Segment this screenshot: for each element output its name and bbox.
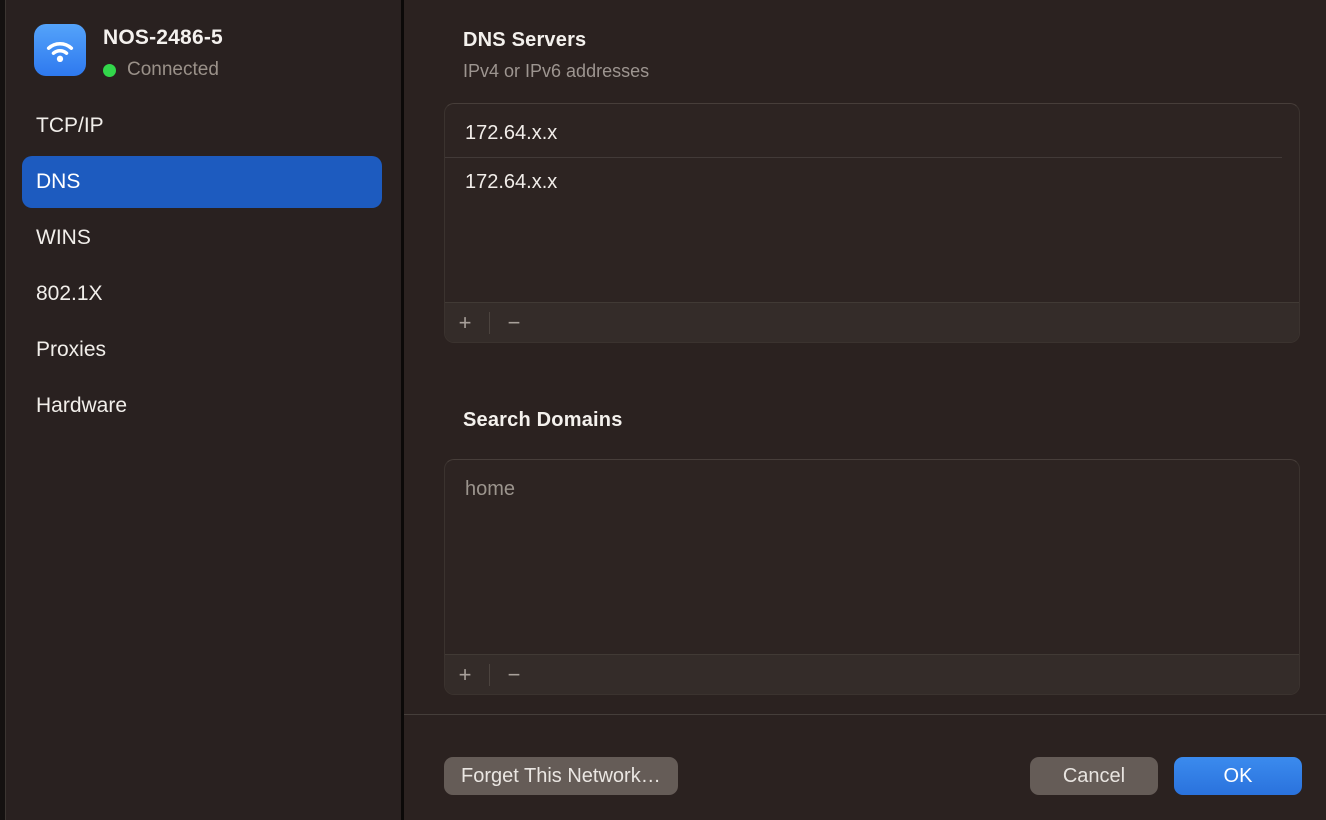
dns-server-entry[interactable]: 172.64.x.x	[445, 109, 1282, 158]
search-domains-list-toolbar: + −	[445, 654, 1299, 694]
network-header: NOS-2486-5 Connected	[34, 24, 223, 81]
connection-status: Connected	[127, 59, 219, 81]
sidebar: NOS-2486-5 Connected TCP/IP DNS WINS 802…	[6, 0, 401, 820]
sidebar-item-proxies[interactable]: Proxies	[22, 324, 382, 376]
search-domain-entry[interactable]: home	[445, 465, 1299, 514]
wifi-icon	[34, 24, 86, 76]
search-domains-title: Search Domains	[463, 409, 623, 432]
forget-network-button[interactable]: Forget This Network…	[444, 757, 678, 795]
footer-divider	[404, 714, 1326, 715]
add-search-domain-button[interactable]: +	[445, 656, 485, 694]
sidebar-item-dns[interactable]: DNS	[22, 156, 382, 208]
cancel-button[interactable]: Cancel	[1030, 757, 1158, 795]
dns-servers-title: DNS Servers	[463, 29, 586, 52]
search-domains-list: home + −	[444, 459, 1300, 695]
dns-settings-pane: DNS Servers IPv4 or IPv6 addresses 172.6…	[404, 0, 1326, 820]
remove-dns-server-button[interactable]: −	[494, 304, 534, 342]
settings-nav: TCP/IP DNS WINS 802.1X Proxies Hardware	[6, 100, 401, 436]
toolbar-separator	[489, 312, 490, 334]
dns-servers-subtitle: IPv4 or IPv6 addresses	[463, 61, 649, 82]
connected-status-dot	[103, 64, 116, 77]
dns-servers-list: 172.64.x.x 172.64.x.x + −	[444, 103, 1300, 343]
network-name: NOS-2486-5	[103, 26, 223, 50]
network-settings-sheet: NOS-2486-5 Connected TCP/IP DNS WINS 802…	[0, 0, 1326, 820]
sidebar-item-hardware[interactable]: Hardware	[22, 380, 382, 432]
add-dns-server-button[interactable]: +	[445, 304, 485, 342]
dns-server-entry[interactable]: 172.64.x.x	[445, 158, 1299, 207]
ok-button[interactable]: OK	[1174, 757, 1302, 795]
sidebar-item-wins[interactable]: WINS	[22, 212, 382, 264]
dns-servers-list-toolbar: + −	[445, 302, 1299, 342]
toolbar-separator	[489, 664, 490, 686]
remove-search-domain-button[interactable]: −	[494, 656, 534, 694]
sidebar-item-tcpip[interactable]: TCP/IP	[22, 100, 382, 152]
sidebar-item-8021x[interactable]: 802.1X	[22, 268, 382, 320]
